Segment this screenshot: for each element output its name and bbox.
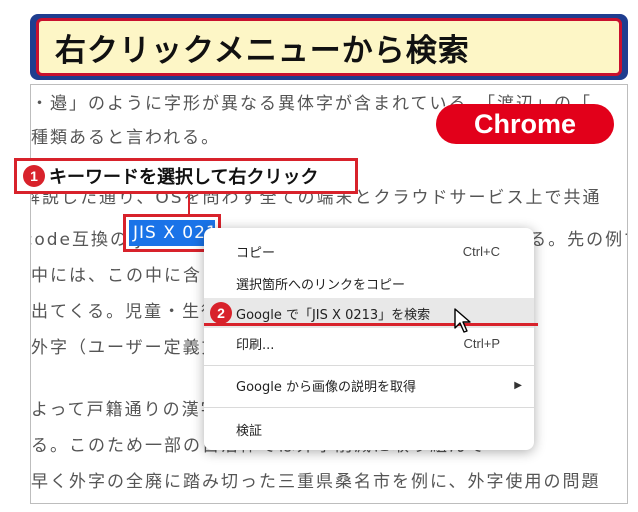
menu-separator [204, 407, 534, 408]
title-banner: 右クリックメニューから検索 [36, 18, 622, 76]
step1-callout: 1 キーワードを選択して右クリック [14, 158, 358, 194]
menu-item-print[interactable]: 印刷... Ctrl+P [204, 328, 534, 358]
page-title: 右クリックメニューから検索 [55, 32, 470, 69]
mouse-pointer-icon [454, 308, 471, 333]
menu-item-image-description[interactable]: Google から画像の説明を取得 ▶ [204, 370, 534, 400]
menu-item-label: 印刷... [236, 337, 275, 353]
menu-item-shortcut: Ctrl+P [463, 335, 500, 351]
menu-item-label: Google から画像の説明を取得 [236, 379, 416, 395]
menu-separator [204, 365, 534, 366]
step2-underline [204, 323, 538, 326]
menu-item-label: Google で「JIS X 0213」を検索 [236, 307, 431, 323]
step1-number-badge: 1 [23, 165, 45, 187]
step1-label: キーワードを選択して右クリック [49, 167, 319, 188]
menu-item-copy-link-to-highlight[interactable]: 選択箇所へのリンクをコピー [204, 268, 534, 298]
callout-connector-line [188, 194, 190, 216]
menu-item-label: 検証 [236, 423, 263, 439]
menu-item-shortcut: Ctrl+C [462, 243, 500, 259]
step2-number-badge: 2 [210, 302, 232, 324]
menu-item-copy[interactable]: コピー Ctrl+C [204, 236, 534, 266]
context-menu: コピー Ctrl+C 選択箇所へのリンクをコピー 2 Google で「JIS … [204, 228, 534, 450]
body-text-line: 早く外字の全廃に踏み切った三重県桑名市を例に、外字使用の問題 [31, 472, 601, 492]
menu-item-inspect[interactable]: 検証 [204, 414, 534, 444]
menu-item-label: 選択箇所へのリンクをコピー [236, 277, 406, 293]
menu-item-label: コピー [236, 245, 276, 261]
submenu-arrow-icon: ▶ [514, 379, 522, 391]
chrome-badge: Chrome [436, 104, 614, 144]
selected-keyword-text[interactable]: JIS X 0213 [129, 220, 215, 246]
